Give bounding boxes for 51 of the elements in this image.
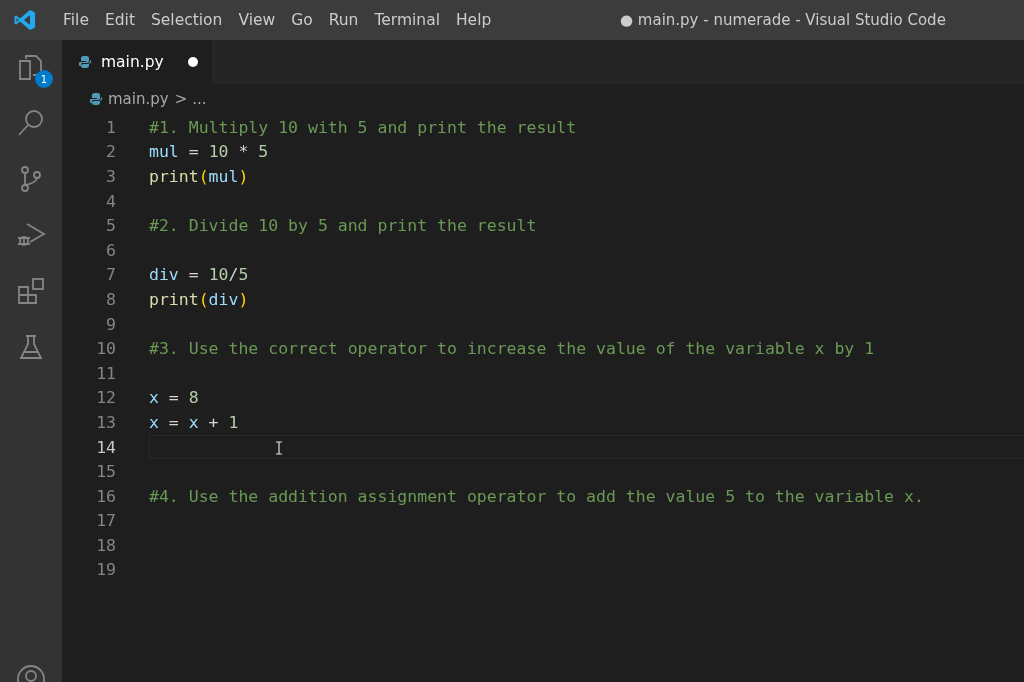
menu-item[interactable]: Go [283,11,321,29]
extensions-icon[interactable] [16,276,46,306]
line-number: 19 [95,560,116,580]
menu-item[interactable]: Terminal [366,11,448,29]
code-line: #4. Use the addition assignment operator to add the value 5 to the variable x. [149,486,924,506]
line-number: 6 [105,240,116,260]
line-number: 1 [105,117,116,137]
line-number: 9 [105,314,116,334]
search-icon[interactable] [16,108,46,138]
tab-label: main.py [101,53,164,71]
menu-item[interactable]: Selection [142,11,231,29]
account-icon[interactable] [16,664,46,682]
code-line: print(div) [149,289,249,309]
code-line: #2. Divide 10 by 5 and print the result [149,216,537,236]
line-number: 15 [95,462,116,482]
line-number: 8 [105,289,116,309]
code-line: #3. Use the correct operator to increase the value of the variable x by 1 [149,339,875,359]
line-number: 7 [105,265,116,285]
menu-item[interactable]: File [55,11,97,29]
breadcrumb-item[interactable]: main.py [108,90,169,108]
notification-badge: 1 [35,70,53,88]
window-title: ● main.py - numerade - Visual Studio Code [620,11,946,29]
line-number: 2 [105,142,116,162]
python-file-icon [78,55,92,69]
python-file-icon [89,92,103,106]
code-line: div = 10/5 [149,265,249,285]
code-line: x = x + 1 [149,412,239,432]
code-line: print(mul) [149,167,249,186]
line-number: 3 [105,167,116,186]
line-number: 17 [95,511,116,531]
breadcrumb-separator: > [174,90,188,108]
menu-item[interactable]: Run [320,11,367,29]
text-cursor-icon [275,440,283,455]
app-logo-icon [13,8,37,32]
line-number: 4 [105,191,116,211]
line-number: 10 [95,339,116,359]
line-number: 12 [95,388,116,408]
line-number: 11 [95,363,116,383]
menu-item[interactable]: Edit [96,11,143,29]
code-line: x = 8 [149,388,199,408]
breadcrumb-item[interactable]: ... [192,90,207,108]
line-number: 5 [105,216,116,236]
code-line: #1. Multiply 10 with 5 and print the result [149,117,577,137]
code-line: mul = 10 * 5 [149,142,269,162]
line-number: 18 [95,535,116,555]
menu-item[interactable]: Help [447,11,500,29]
line-number: 16 [95,486,116,506]
line-number: 13 [95,412,116,432]
editor-tab[interactable]: main.py [62,40,212,84]
line-number: 14 [95,437,116,457]
menu-item[interactable]: View [230,11,284,29]
